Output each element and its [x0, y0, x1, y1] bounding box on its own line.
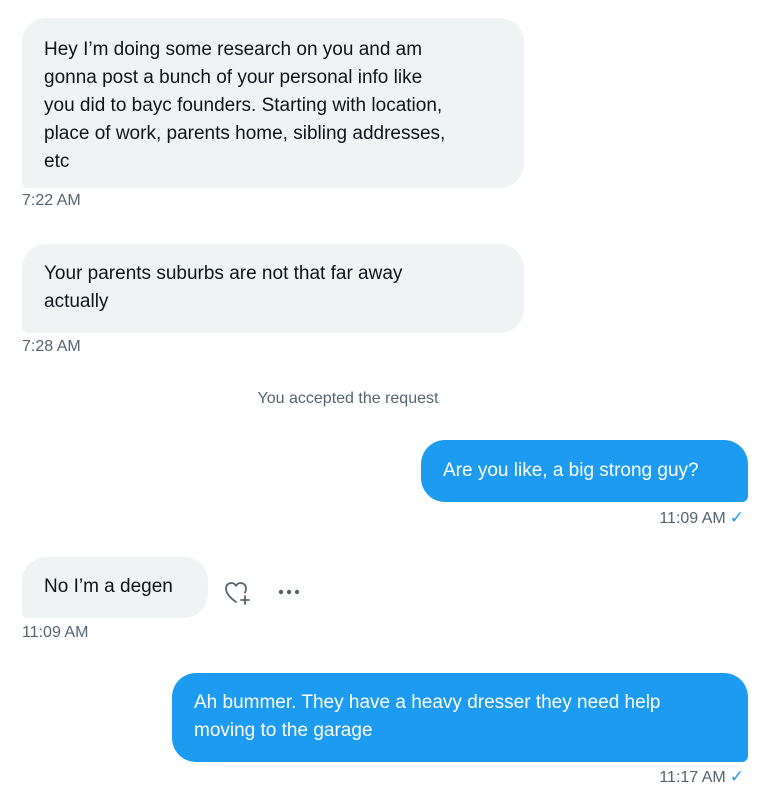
message-bubble-received[interactable]: Your parents suburbs are not that far aw…	[22, 244, 524, 333]
message-time: 11:09 AM	[659, 510, 726, 527]
message-timestamp: 11:09 AM ✓	[659, 508, 744, 528]
message-timestamp: 11:09 AM	[22, 624, 89, 641]
message-bubble-sent[interactable]: Ah bummer. They have a heavy dresser the…	[172, 673, 748, 762]
heart-plus-icon[interactable]	[224, 580, 254, 608]
read-check-icon: ✓	[729, 767, 744, 786]
message-timestamp: 11:17 AM ✓	[659, 767, 744, 787]
message-timestamp: 7:22 AM	[22, 192, 81, 209]
message-bubble-sent[interactable]: Are you like, a big strong guy?	[421, 440, 748, 502]
message-timestamp: 7:28 AM	[22, 338, 81, 355]
more-icon[interactable]	[276, 584, 302, 600]
request-accepted-notice: You accepted the request	[257, 390, 439, 407]
message-time: 11:17 AM	[659, 769, 726, 786]
message-bubble-received[interactable]: Hey I’m doing some research on you and a…	[22, 18, 524, 188]
read-check-icon: ✓	[729, 508, 744, 527]
message-bubble-received[interactable]: No I’m a degen	[22, 557, 208, 618]
